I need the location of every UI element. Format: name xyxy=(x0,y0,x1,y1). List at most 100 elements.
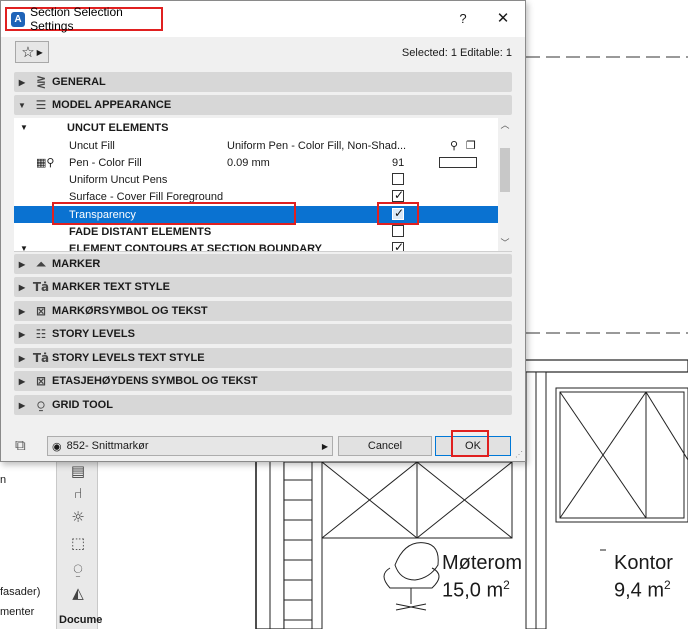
room-name-kontor: Kontor xyxy=(614,552,673,574)
collapse-arrow-icon[interactable]: ▼ xyxy=(20,123,28,132)
shell-tool-icon[interactable]: ◭ xyxy=(69,584,87,602)
table-scrollbar[interactable]: ︿ ﹀ xyxy=(498,118,512,251)
model-appearance-icon: ☰ xyxy=(35,98,47,112)
pin-tool-icon[interactable]: ⍜ xyxy=(69,560,87,578)
cancel-button[interactable]: Cancel xyxy=(338,436,432,456)
expand-arrow-icon: ▶ xyxy=(18,282,26,292)
row-name: ELEMENT CONTOURS AT SECTION BOUNDARY xyxy=(69,242,323,252)
section-marker-text-style[interactable]: ▶ Tȧ MARKER TEXT STYLE xyxy=(14,277,512,297)
layer-value: 852- Snittmarkør xyxy=(66,440,149,452)
close-button[interactable]: ✕ xyxy=(493,9,513,29)
row-value[interactable]: Uniform Pen - Color Fill, Non-Shad... xyxy=(227,140,406,152)
room-area-moterom: 15,0 m2 xyxy=(442,578,510,602)
section-label: ETASJEHØYDENS SYMBOL OG TEKST xyxy=(52,375,258,387)
table-row[interactable]: Uniform Uncut Pens xyxy=(14,171,498,188)
side-text-1: n xyxy=(0,474,7,486)
table-row[interactable]: Uncut Fill Uniform Pen - Color Fill, Non… xyxy=(14,137,498,154)
resize-grip-icon[interactable]: ⋰ xyxy=(515,450,523,459)
section-general[interactable]: ▶ ⋛ GENERAL xyxy=(14,72,512,92)
section-story-levels-text-style[interactable]: ▶ Tȧ STORY LEVELS TEXT STYLE xyxy=(14,348,512,368)
row-value[interactable]: 0.09 mm xyxy=(227,157,270,169)
room-name-moterom: Møterom xyxy=(442,552,522,574)
section-label: STORY LEVELS TEXT STYLE xyxy=(52,352,205,364)
section-label: GENERAL xyxy=(52,76,106,88)
toolbox-label: Docume xyxy=(59,614,103,626)
expand-arrow-icon: ▶ xyxy=(18,306,26,316)
side-text-3: menter xyxy=(0,606,35,618)
star-icon: ☆ xyxy=(21,43,35,61)
section-marker[interactable]: ▶ ⏶ MARKER xyxy=(14,254,512,274)
layer-dropdown[interactable]: ◉ 852- Snittmarkør ▶ xyxy=(47,436,333,456)
scroll-up-icon[interactable]: ︿ xyxy=(498,118,512,132)
title-bar[interactable]: A Section Selection Settings ? ✕ xyxy=(1,1,525,37)
pen-set-icon: ▦⚲ xyxy=(36,156,55,169)
section-markor-symbol[interactable]: ▶ ⊠ MARKØRSYMBOL OG TEKST xyxy=(14,301,512,321)
section-label: GRID TOOL xyxy=(52,399,113,411)
marker-icon: ⏶ xyxy=(36,256,46,271)
general-icon: ⋛ xyxy=(35,75,47,89)
title-highlight: A Section Selection Settings xyxy=(5,5,163,33)
room-area-kontor: 9,4 m2 xyxy=(614,578,671,602)
transparency-label-highlight xyxy=(52,202,296,225)
collapse-arrow-icon[interactable]: ▼ xyxy=(20,244,28,251)
selected-count: Selected: 1 Editable: 1 xyxy=(401,47,512,59)
expand-arrow-icon: ▶ xyxy=(18,400,26,410)
transparency-checkbox-highlight xyxy=(377,202,419,225)
object-tool-icon[interactable]: ⑁ xyxy=(69,484,87,502)
table-row[interactable]: ▼ UNCUT ELEMENTS xyxy=(14,119,498,136)
section-grid-tool[interactable]: ▶ ⍜ GRID TOOL xyxy=(14,395,512,415)
model-appearance-table: ▼ UNCUT ELEMENTS Uncut Fill Uniform Pen … xyxy=(14,118,512,252)
element-contours-checkbox[interactable] xyxy=(392,240,404,251)
expand-arrow-icon: ▶ xyxy=(18,376,26,386)
help-button[interactable]: ? xyxy=(453,9,473,29)
scroll-down-icon[interactable]: ﹀ xyxy=(498,236,512,250)
row-name: Surface - Cover Fill Foreground xyxy=(69,190,224,203)
cube-icon[interactable]: ❒ xyxy=(466,139,476,152)
section-story-levels[interactable]: ▶ ☷ STORY LEVELS xyxy=(14,324,512,344)
chevron-right-icon: ▶ xyxy=(321,441,328,451)
fade-distant-checkbox[interactable] xyxy=(392,225,404,237)
zone-tool-icon[interactable]: ⬚ xyxy=(69,534,87,552)
expand-arrow-icon: ▶ xyxy=(18,329,26,339)
grid-tool-icon: ⍜ xyxy=(37,397,45,412)
side-text-2: fasader) xyxy=(0,586,41,598)
scroll-thumb[interactable] xyxy=(500,148,510,192)
section-label: MARKØRSYMBOL OG TEKST xyxy=(52,305,208,317)
expand-arrow-icon: ▶ xyxy=(18,353,26,363)
surface-cover-fill-checkbox[interactable] xyxy=(392,188,404,202)
table-row[interactable]: ▦⚲ Pen - Color Fill 0.09 mm 91 xyxy=(14,154,498,171)
expand-arrow-icon: ▶ xyxy=(18,77,26,87)
navigator-panel: n fasader) menter xyxy=(0,462,56,629)
eye-icon: ◉ xyxy=(52,439,62,453)
row-name: Uncut Fill xyxy=(69,139,115,152)
label-tool-icon[interactable]: ▤ xyxy=(69,462,87,480)
section-model-appearance[interactable]: ▼ ☰ MODEL APPEARANCE xyxy=(14,95,512,115)
text-style-icon: Tȧ xyxy=(32,351,50,365)
pen-color-swatch[interactable] xyxy=(439,157,477,168)
row-name: Pen - Color Fill xyxy=(69,156,142,169)
dialog-title: Section Selection Settings xyxy=(30,5,123,33)
pen-icon[interactable]: ⚲ xyxy=(450,139,458,152)
row-name: Uniform Uncut Pens xyxy=(69,173,168,186)
section-label: MARKER TEXT STYLE xyxy=(52,281,170,293)
section-label: STORY LEVELS xyxy=(52,328,135,340)
favorites-button[interactable]: ☆ ▶ xyxy=(15,41,49,63)
section-label: MARKER xyxy=(52,258,101,270)
expand-arrow-icon: ▶ xyxy=(18,259,26,269)
layers-icon: ⧉ xyxy=(15,436,26,454)
row-pen-number[interactable]: 91 xyxy=(392,157,404,169)
table-row[interactable]: FADE DISTANT ELEMENTS xyxy=(14,223,498,240)
chair-symbol xyxy=(383,542,440,611)
row-name: UNCUT ELEMENTS xyxy=(67,121,169,134)
chevron-right-icon: ▶ xyxy=(36,47,43,57)
section-etasjehoydens-symbol[interactable]: ▶ ⊠ ETASJEHØYDENS SYMBOL OG TEKST xyxy=(14,371,512,391)
lamp-tool-icon[interactable]: ☼ xyxy=(69,508,87,526)
text-style-icon: Tȧ xyxy=(32,280,50,294)
table-row[interactable]: ▼ ELEMENT CONTOURS AT SECTION BOUNDARY xyxy=(14,240,498,252)
uniform-uncut-pens-checkbox[interactable] xyxy=(392,173,404,185)
toolbox: ▤ ⑁ ☼ ⬚ ⍜ ◭ Docume xyxy=(56,462,103,629)
section-label: MODEL APPEARANCE xyxy=(52,99,172,111)
symbol-text-icon: ⊠ xyxy=(35,374,47,388)
symbol-text-icon: ⊠ xyxy=(35,304,47,318)
section-settings-dialog: A Section Selection Settings ? ✕ ☆ ▶ Sele… xyxy=(0,0,526,462)
